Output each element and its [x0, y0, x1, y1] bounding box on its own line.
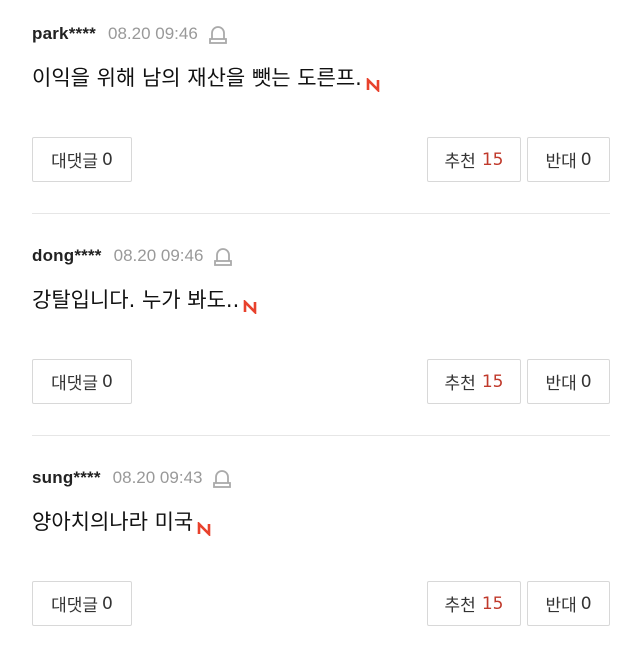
oppose-count: 0	[580, 149, 592, 170]
recommend-label: 추천	[444, 596, 476, 616]
reply-button[interactable]: 대댓글 0	[32, 359, 132, 404]
oppose-count: 0	[580, 593, 592, 614]
reply-label: 대댓글	[51, 596, 99, 616]
recommend-count: 15	[481, 371, 504, 392]
oppose-label: 반대	[545, 374, 577, 394]
recommend-label: 추천	[444, 374, 476, 394]
comment-meta: dong**** 08.20 09:46	[32, 244, 233, 268]
comment-item: dong**** 08.20 09:46 강탈입니다. 누가 봐도.. 대댓글 …	[0, 222, 640, 434]
recommend-label: 추천	[444, 152, 476, 172]
comment-timestamp: 08.20 09:46	[107, 24, 198, 43]
comment-meta: sung**** 08.20 09:43	[32, 466, 232, 490]
new-badge-icon	[243, 295, 257, 316]
new-badge-icon	[197, 517, 211, 538]
comment-item: sung**** 08.20 09:43 양아치의나라 미국 대댓글 0 추천 …	[0, 444, 640, 656]
comment-meta: park**** 08.20 09:46	[32, 22, 228, 46]
new-badge-icon	[366, 73, 380, 94]
reply-button[interactable]: 대댓글 0	[32, 581, 132, 626]
recommend-count: 15	[481, 593, 504, 614]
reply-label: 대댓글	[51, 152, 99, 172]
comment-text: 이익을 위해 남의 재산을 뺏는 도른프.	[32, 62, 380, 94]
comment-timestamp: 08.20 09:43	[112, 468, 203, 487]
reply-label: 대댓글	[51, 374, 99, 394]
comment-body: 강탈입니다. 누가 봐도..	[32, 288, 240, 312]
oppose-button[interactable]: 반대 0	[527, 581, 610, 626]
oppose-label: 반대	[545, 596, 577, 616]
comment-username[interactable]: sung****	[32, 468, 101, 488]
recommend-count: 15	[481, 149, 504, 170]
recommend-button[interactable]: 추천 15	[427, 137, 521, 182]
oppose-button[interactable]: 반대 0	[527, 359, 610, 404]
oppose-label: 반대	[545, 152, 577, 172]
oppose-button[interactable]: 반대 0	[527, 137, 610, 182]
oppose-count: 0	[580, 371, 592, 392]
reply-count: 0	[102, 149, 113, 170]
report-siren-icon[interactable]	[208, 23, 228, 45]
recommend-button[interactable]: 추천 15	[427, 359, 521, 404]
comment-username[interactable]: dong****	[32, 246, 102, 266]
comment-timestamp: 08.20 09:46	[113, 246, 204, 265]
report-siren-icon[interactable]	[213, 245, 233, 267]
comment-body: 이익을 위해 남의 재산을 뺏는 도른프.	[32, 66, 362, 90]
reply-button[interactable]: 대댓글 0	[32, 137, 132, 182]
reply-count: 0	[102, 371, 113, 392]
comment-text: 강탈입니다. 누가 봐도..	[32, 284, 257, 316]
comment-body: 양아치의나라 미국	[32, 510, 194, 534]
comment-text: 양아치의나라 미국	[32, 506, 211, 538]
comment-item: park**** 08.20 09:46 이익을 위해 남의 재산을 뺏는 도른…	[0, 0, 640, 212]
comment-username[interactable]: park****	[32, 24, 96, 44]
comment-divider	[32, 435, 610, 436]
recommend-button[interactable]: 추천 15	[427, 581, 521, 626]
reply-count: 0	[102, 593, 113, 614]
comment-divider	[32, 213, 610, 214]
report-siren-icon[interactable]	[212, 467, 232, 489]
